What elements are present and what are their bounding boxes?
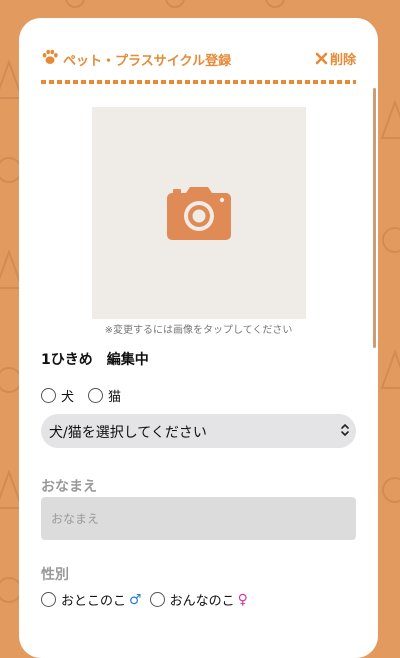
delete-button[interactable]: 削除 [315,49,356,68]
species-select-value: 犬/猫を選択してください [49,425,207,441]
radio-male-label: おとこのこ [61,594,127,609]
gender-label: 性別 [41,567,69,583]
chevron-updown-icon [341,424,349,436]
species-select[interactable]: 犬/猫を選択してください [41,414,356,448]
photo-upload[interactable] [92,107,306,319]
registration-card: ペット・プラスサイクル登録 削除 ※変更するには画像をタップしてください 1ひき… [19,18,378,658]
pet-editing-label: 1ひきめ 編集中 [41,352,149,368]
paw-icon [42,49,58,64]
close-icon [315,52,328,65]
radio-female[interactable] [149,592,165,607]
photo-hint: ※変更するには画像をタップしてください [104,325,293,336]
radio-dog-label: 犬 [61,390,75,405]
female-icon: ♀ [237,591,248,608]
gender-radio-group: おとこのこ ♂ おんなのこ ♀ [41,590,248,609]
radio-dog[interactable] [41,388,56,403]
radio-female-label: おんなのこ [169,594,235,609]
camera-icon [167,187,231,240]
radio-male[interactable] [41,592,56,607]
radio-cat[interactable] [88,388,104,403]
name-input[interactable] [41,497,356,540]
divider [41,80,356,84]
delete-label: 削除 [329,53,356,68]
male-icon: ♂ [129,591,142,608]
name-label: おなまえ [41,479,97,495]
species-radio-group: 犬 猫 [41,386,135,405]
radio-cat-label: 猫 [108,390,122,405]
scrollbar[interactable] [373,88,376,348]
header: ペット・プラスサイクル登録 削除 [41,48,356,72]
page-title: ペット・プラスサイクル登録 [63,54,232,69]
